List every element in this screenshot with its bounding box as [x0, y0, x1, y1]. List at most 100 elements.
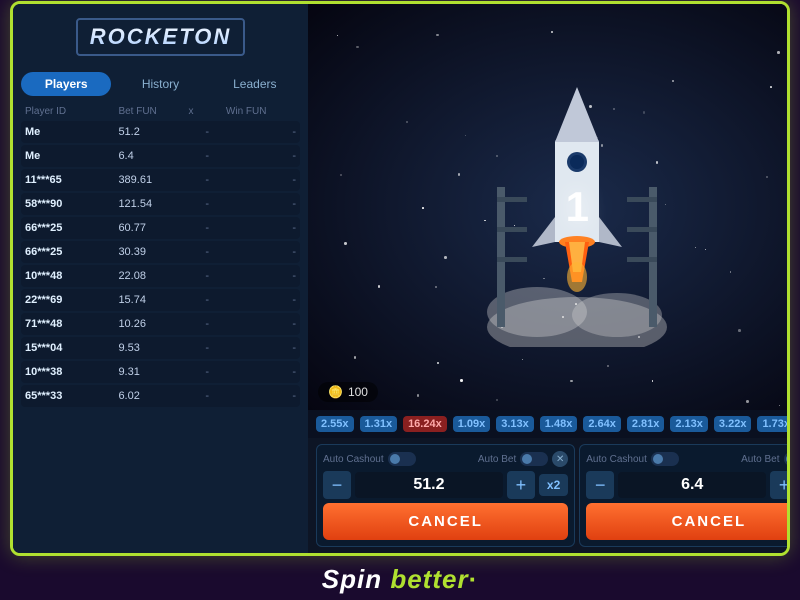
multiplier-tag: 16.24x — [403, 416, 447, 432]
player-win: - — [226, 390, 296, 402]
player-win: - — [226, 222, 296, 234]
player-bet: 51.2 — [118, 126, 188, 138]
player-id: 11***65 — [25, 174, 118, 186]
auto-bet-toggle-2[interactable] — [784, 452, 791, 466]
player-table: Me 51.2 - - Me 6.4 - - 11***65 389.61 - … — [21, 121, 300, 409]
increase-btn-2[interactable]: + — [770, 471, 790, 499]
player-id: 58***90 — [25, 198, 118, 210]
auto-cashout-toggle-1[interactable] — [388, 452, 416, 466]
left-panel: ROCKETON Players History Leaders Player … — [13, 4, 308, 553]
player-x: - — [189, 174, 226, 186]
game-container: ROCKETON Players History Leaders Player … — [10, 1, 790, 556]
table-header: Player ID Bet FUN x Win FUN — [21, 104, 300, 119]
player-bet: 22.08 — [118, 270, 188, 282]
player-bet: 6.4 — [118, 150, 188, 162]
player-win: - — [226, 198, 296, 210]
cancel-btn-1[interactable]: CANCEL — [323, 503, 568, 540]
player-win: - — [226, 270, 296, 282]
player-win: - — [226, 246, 296, 258]
cancel-btn-2[interactable]: CANCEL — [586, 503, 790, 540]
col-bet: Bet FUN — [118, 106, 188, 117]
player-id: 66***25 — [25, 246, 118, 258]
bet-amount-row-1: − 51.2 + x2 — [323, 471, 568, 499]
player-win: - — [226, 294, 296, 306]
player-win: - — [226, 126, 296, 138]
auto-cashout-label-1: Auto Cashout — [323, 454, 384, 465]
table-row: 22***69 15.74 - - — [21, 289, 300, 311]
bottom-brand: Spin better· — [322, 556, 479, 599]
multiplier-tag: 2.81x — [627, 416, 665, 432]
table-row: 15***04 9.53 - - — [21, 337, 300, 359]
table-row: 10***38 9.31 - - — [21, 361, 300, 383]
player-x: - — [189, 270, 226, 282]
player-win: - — [226, 366, 296, 378]
player-id: 22***69 — [25, 294, 118, 306]
rocket-scene — [308, 4, 790, 410]
player-x: - — [189, 222, 226, 234]
table-row: 58***90 121.54 - - — [21, 193, 300, 215]
player-bet: 30.39 — [118, 246, 188, 258]
table-row: Me 6.4 - - — [21, 145, 300, 167]
col-win: Win FUN — [226, 106, 296, 117]
tab-history[interactable]: History — [115, 72, 205, 96]
bet-value-1: 51.2 — [355, 472, 503, 498]
tabs-container: Players History Leaders — [21, 72, 300, 96]
increase-btn-1[interactable]: + — [507, 471, 535, 499]
multiplier-tag: 3.22x — [714, 416, 752, 432]
auto-bet-toggle-1[interactable] — [520, 452, 548, 466]
player-x: - — [189, 150, 226, 162]
brand-spin: Spin — [322, 564, 382, 594]
col-x: x — [189, 106, 226, 117]
player-win: - — [226, 174, 296, 186]
player-id: Me — [25, 126, 118, 138]
multiplier-display: 1 — [566, 183, 589, 231]
player-id: 15***04 — [25, 342, 118, 354]
decrease-btn-2[interactable]: − — [586, 471, 614, 499]
bet-value-2: 6.4 — [618, 472, 766, 498]
logo-area: ROCKETON — [21, 12, 300, 62]
player-bet: 9.31 — [118, 366, 188, 378]
bet-top-row-2: Auto Cashout Auto Bet ✕ — [586, 451, 790, 467]
x2-btn-1[interactable]: x2 — [539, 474, 568, 496]
brand-dot: · — [469, 564, 479, 594]
player-id: Me — [25, 150, 118, 162]
table-row: Me 51.2 - - — [21, 121, 300, 143]
player-win: - — [226, 318, 296, 330]
table-row: 10***48 22.08 - - — [21, 265, 300, 287]
auto-bet-1: Auto Bet ✕ — [478, 451, 568, 467]
logo: ROCKETON — [76, 18, 246, 56]
coins-left-badge: 🪙 100 — [318, 382, 378, 402]
multiplier-strip: 2.55x1.31x16.24x1.09x3.13x1.48x2.64x2.81… — [308, 410, 790, 438]
coin-icon-left: 🪙 — [328, 385, 343, 399]
player-x: - — [189, 342, 226, 354]
player-x: - — [189, 126, 226, 138]
auto-cashout-2: Auto Cashout — [586, 452, 679, 466]
player-id: 10***38 — [25, 366, 118, 378]
player-id: 66***25 — [25, 222, 118, 234]
right-panel: 1 🪙 100 🪙 0 2.55x1.31x16.24x1.09x3.13x1.… — [308, 4, 790, 553]
multiplier-tag: 2.64x — [583, 416, 621, 432]
player-bet: 389.61 — [118, 174, 188, 186]
player-bet: 60.77 — [118, 222, 188, 234]
auto-bet-label-1: Auto Bet — [478, 454, 516, 465]
tab-players[interactable]: Players — [21, 72, 111, 96]
multiplier-tag: 1.48x — [540, 416, 578, 432]
player-x: - — [189, 390, 226, 402]
player-id: 10***48 — [25, 270, 118, 282]
player-win: - — [226, 342, 296, 354]
player-x: - — [189, 294, 226, 306]
decrease-btn-1[interactable]: − — [323, 471, 351, 499]
multiplier-tag: 2.13x — [670, 416, 708, 432]
table-row: 66***25 30.39 - - — [21, 241, 300, 263]
tab-leaders[interactable]: Leaders — [210, 72, 300, 96]
multiplier-tag: 1.31x — [360, 416, 398, 432]
auto-cashout-1: Auto Cashout — [323, 452, 416, 466]
player-x: - — [189, 198, 226, 210]
col-player-id: Player ID — [25, 106, 118, 117]
close-btn-1[interactable]: ✕ — [552, 451, 568, 467]
table-row: 71***48 10.26 - - — [21, 313, 300, 335]
auto-bet-2: Auto Bet ✕ — [741, 451, 790, 467]
player-x: - — [189, 246, 226, 258]
table-row: 66***25 60.77 - - — [21, 217, 300, 239]
auto-cashout-toggle-2[interactable] — [651, 452, 679, 466]
